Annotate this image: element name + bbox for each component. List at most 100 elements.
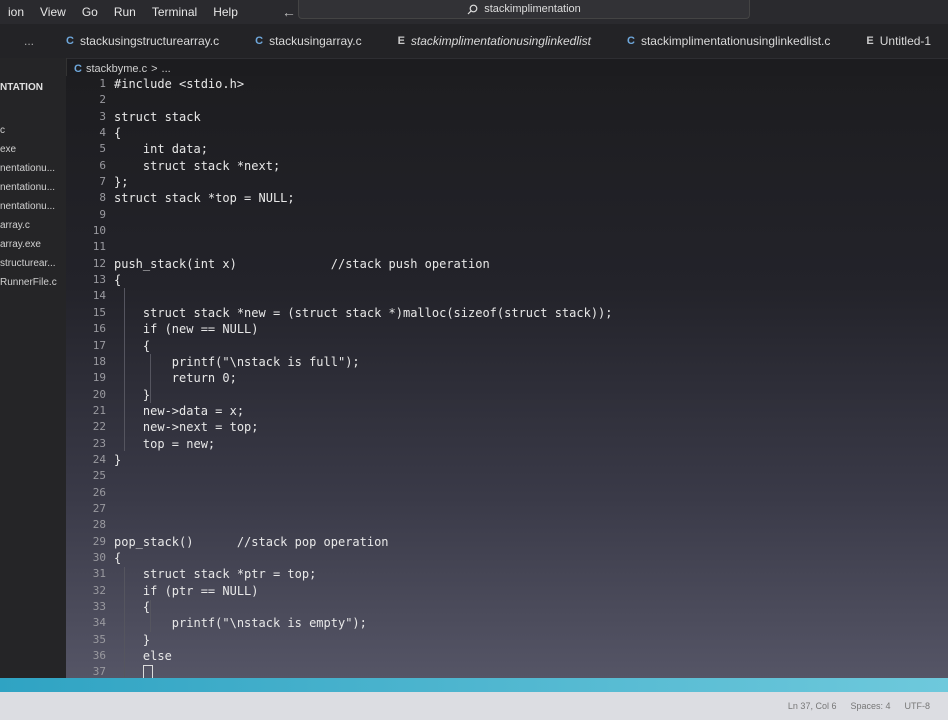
tab-label: stackusingstructurearray.c xyxy=(79,34,220,48)
code-line[interactable] xyxy=(114,468,613,484)
text-cursor xyxy=(142,665,153,678)
status-bar: Ln 37, Col 6 Spaces: 4 UTF-8 xyxy=(0,692,948,720)
code-line[interactable]: { xyxy=(114,272,613,288)
line-number: 26 xyxy=(92,485,106,499)
explorer-file-item[interactable]: array.c xyxy=(0,216,66,235)
line-number: 28 xyxy=(92,518,106,532)
code-lines[interactable]: #include <stdio.h> struct stack{ int data… xyxy=(114,76,613,678)
line-number: 32 xyxy=(92,583,106,597)
status-encoding[interactable]: UTF-8 xyxy=(905,701,931,711)
explorer-file-item[interactable]: structurear... xyxy=(0,254,66,273)
line-number: 31 xyxy=(92,567,106,581)
line-number: 10 xyxy=(92,224,106,238)
tab-stackusingarray[interactable]: C stackusingarray.c xyxy=(237,24,379,58)
code-line[interactable] xyxy=(114,92,613,108)
tab-untitled-1[interactable]: E Untitled-1 xyxy=(848,24,948,58)
code-line[interactable]: printf("\nstack is full"); xyxy=(114,354,613,370)
explorer-file-item[interactable]: nentationu... xyxy=(0,178,66,197)
code-line[interactable] xyxy=(114,207,613,223)
code-line[interactable]: struct stack xyxy=(114,109,613,125)
more-tabs-icon[interactable]: ... xyxy=(0,34,48,48)
breadcrumb-file[interactable]: stackbyme.c xyxy=(86,63,147,75)
explorer-sidebar: NTATION c exe nentationu... nentationu..… xyxy=(0,58,67,678)
tab-stackusingstructurearray[interactable]: C stackusingstructurearray.c xyxy=(48,24,237,58)
code-line[interactable]: push_stack(int x) //stack push operation xyxy=(114,256,613,272)
code-line[interactable]: else xyxy=(114,648,613,664)
explorer-file-item[interactable]: RunnerFile.c xyxy=(0,273,66,292)
explorer-file-list: c exe nentationu... nentationu... nentat… xyxy=(0,121,66,292)
code-line[interactable]: #include <stdio.h> xyxy=(114,76,613,92)
line-number: 12 xyxy=(92,256,106,270)
menu-selection[interactable]: ion xyxy=(0,5,32,19)
code-line[interactable]: struct stack *top = NULL; xyxy=(114,190,613,206)
menu-help[interactable]: Help xyxy=(205,5,246,19)
menu-run[interactable]: Run xyxy=(106,5,144,19)
line-number: 13 xyxy=(92,273,106,287)
explorer-file-item[interactable]: nentationu... xyxy=(0,159,66,178)
code-line[interactable]: top = new; xyxy=(114,436,613,452)
code-line[interactable] xyxy=(114,517,613,533)
code-editor[interactable]: 1 2 3 4 5 6 7 8 9 10 11 12 13 14 15 16 17 18 19 20 21 22 23 24 2… xyxy=(66,76,948,678)
explorer-file-item[interactable]: nentationu... xyxy=(0,197,66,216)
line-number: 19 xyxy=(92,371,106,385)
line-number: 16 xyxy=(92,322,106,336)
code-line[interactable]: return 0; xyxy=(114,370,613,386)
line-number: 18 xyxy=(92,354,106,368)
line-number: 33 xyxy=(92,600,106,613)
explorer-file-item[interactable]: array.exe xyxy=(0,235,66,254)
file-icon: E xyxy=(397,35,405,47)
line-number: 11 xyxy=(92,240,106,254)
code-line[interactable] xyxy=(114,223,613,239)
line-number: 8 xyxy=(99,191,106,205)
code-line[interactable]: struct stack *next; xyxy=(114,158,613,174)
code-line[interactable] xyxy=(114,288,613,304)
code-line[interactable]: int data; xyxy=(114,141,613,157)
code-line[interactable]: { xyxy=(114,338,613,354)
code-line[interactable]: { xyxy=(114,599,613,615)
code-line[interactable]: pop_stack() //stack pop operation xyxy=(114,534,613,550)
line-number: 1 xyxy=(99,77,106,90)
tab-stackimplimentationusinglinkedlist-preview[interactable]: E stackimplimentationusinglinkedlist xyxy=(380,24,609,58)
status-indentation[interactable]: Spaces: 4 xyxy=(850,701,890,711)
line-number: 37 xyxy=(92,665,106,678)
c-file-icon: C xyxy=(74,63,82,75)
indent-guide xyxy=(150,600,151,632)
code-line[interactable] xyxy=(114,501,613,517)
breadcrumb-separator: > xyxy=(151,63,158,75)
code-line[interactable]: if (ptr == NULL) xyxy=(114,583,613,599)
code-line[interactable]: if (new == NULL) xyxy=(114,321,613,337)
tab-stackimplimentationusinglinkedlist-c[interactable]: C stackimplimentationusinglinkedlist.c xyxy=(609,24,848,58)
code-line[interactable]: }; xyxy=(114,174,613,190)
line-number: 22 xyxy=(92,420,106,434)
code-line[interactable]: struct stack *new = (struct stack *)mall… xyxy=(114,305,613,321)
menu-terminal[interactable]: Terminal xyxy=(144,5,205,19)
horizontal-scrollbar[interactable] xyxy=(0,678,948,692)
indent-guide xyxy=(124,288,125,451)
status-cursor-position[interactable]: Ln 37, Col 6 xyxy=(788,701,837,711)
breadcrumb-more[interactable]: ... xyxy=(162,63,171,75)
code-line[interactable] xyxy=(114,239,613,255)
code-line[interactable] xyxy=(114,664,613,678)
code-line[interactable]: { xyxy=(114,550,613,566)
line-number: 17 xyxy=(92,338,106,352)
indent-guide xyxy=(124,567,125,677)
code-line[interactable]: printf("\nstack is empty"); xyxy=(114,615,613,631)
code-line[interactable]: } xyxy=(114,452,613,468)
explorer-folder-title[interactable]: NTATION xyxy=(0,58,66,93)
line-number: 7 xyxy=(99,175,106,189)
code-line[interactable]: } xyxy=(114,387,613,403)
code-line[interactable] xyxy=(114,485,613,501)
menu-view[interactable]: View xyxy=(32,5,74,19)
explorer-file-item[interactable]: exe xyxy=(0,140,66,159)
explorer-file-item[interactable]: c xyxy=(0,121,66,140)
code-line[interactable]: struct stack *ptr = top; xyxy=(114,566,613,582)
code-line[interactable]: new->next = top; xyxy=(114,419,613,435)
line-number: 25 xyxy=(92,469,106,483)
code-line[interactable]: { xyxy=(114,125,613,141)
line-number: 36 xyxy=(92,649,106,663)
command-center-search[interactable]: stackimplimentation xyxy=(298,0,750,19)
code-line[interactable]: new->data = x; xyxy=(114,403,613,419)
tab-label: stackusingarray.c xyxy=(269,34,362,48)
menu-go[interactable]: Go xyxy=(74,5,106,19)
code-line[interactable]: } xyxy=(114,632,613,648)
